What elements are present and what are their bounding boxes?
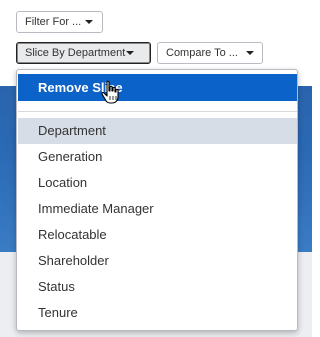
caret-down-icon [85, 20, 94, 24]
menu-item-shareholder[interactable]: Shareholder [18, 248, 297, 274]
menu-item-generation[interactable]: Generation [18, 144, 297, 170]
menu-item-immediate-manager[interactable]: Immediate Manager [18, 196, 297, 222]
hand-pointer-icon [101, 80, 119, 104]
menu-item-relocatable[interactable]: Relocatable [18, 222, 297, 248]
menu-item-tenure[interactable]: Tenure [18, 300, 297, 326]
filter-for-label: Filter For ... [25, 16, 82, 28]
caret-down-icon [126, 51, 135, 55]
slice-options-list: Department Generation Location Immediate… [18, 118, 297, 326]
compare-to-button[interactable]: Compare To ... [157, 42, 263, 64]
menu-item-status[interactable]: Status [18, 274, 297, 300]
caret-down-icon [245, 51, 254, 55]
compare-to-label: Compare To ... [166, 47, 238, 59]
filter-for-button[interactable]: Filter For ... [16, 11, 103, 33]
menu-divider [18, 111, 297, 112]
menu-item-department[interactable]: Department [18, 118, 297, 144]
slice-dropdown-menu: Remove Slice Department Generation Locat… [16, 69, 298, 331]
slice-by-label: Slice By Department [25, 47, 126, 59]
menu-item-location[interactable]: Location [18, 170, 297, 196]
remove-slice-option[interactable]: Remove Slice [18, 74, 297, 101]
slice-by-button[interactable]: Slice By Department [16, 42, 151, 64]
